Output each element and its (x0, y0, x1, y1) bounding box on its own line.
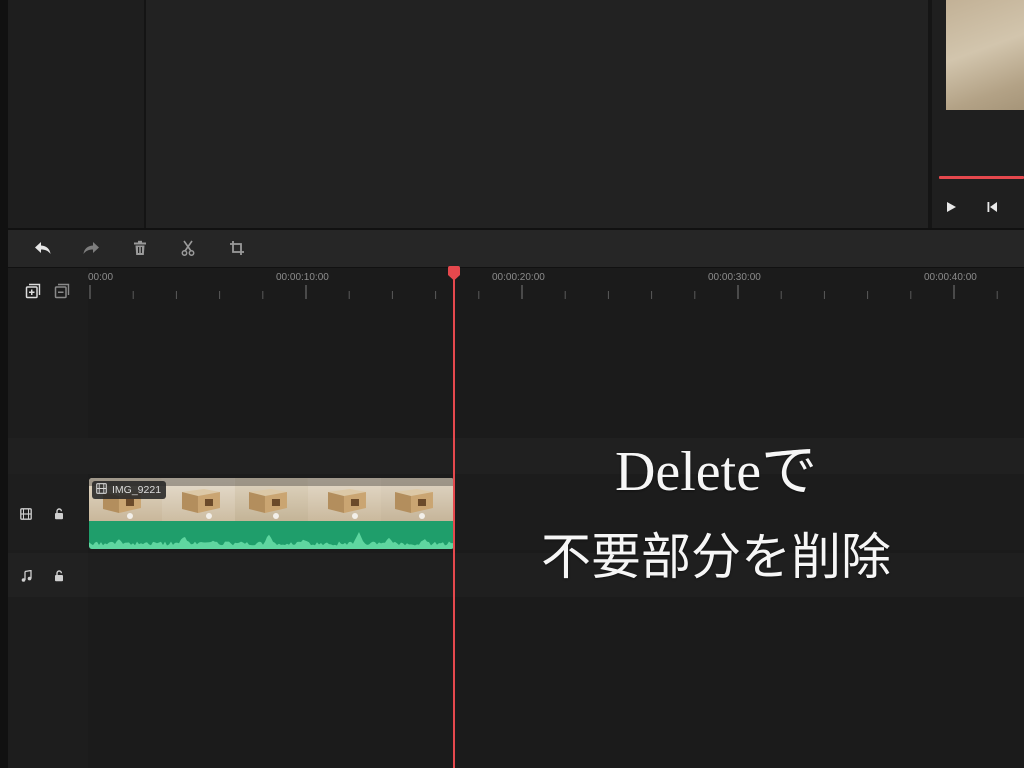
redo-button[interactable] (79, 236, 103, 260)
skip-to-start-button[interactable] (980, 195, 1004, 219)
skip-to-start-icon (986, 201, 998, 213)
redo-icon (82, 240, 100, 256)
clip-audio-band (89, 521, 454, 549)
clip-waveform (89, 532, 454, 549)
split-button[interactable] (176, 236, 200, 260)
music-note-icon (21, 570, 32, 582)
audio-track-lock-button[interactable] (47, 564, 71, 588)
add-track-icon (25, 283, 41, 299)
film-icon (20, 508, 32, 520)
playhead[interactable] (447, 266, 461, 768)
lock-icon (54, 508, 64, 520)
clip-thumbnail (161, 478, 235, 521)
clip-thumbnail (307, 478, 381, 521)
caption-line-1-suffix: で (761, 439, 818, 504)
audio-track-icon (14, 564, 38, 588)
playhead-line (452, 278, 455, 768)
crop-icon (229, 240, 245, 256)
preview-frame (946, 0, 1024, 110)
delete-button[interactable] (128, 236, 152, 260)
clip-name: IMG_9221 (112, 484, 162, 496)
media-sidebar (8, 0, 144, 228)
clip-badge: IMG_9221 (92, 481, 167, 499)
undo-icon (34, 240, 52, 256)
add-track-button[interactable] (21, 279, 45, 303)
film-icon (96, 481, 107, 499)
lock-icon (54, 570, 64, 582)
video-track-icon (14, 502, 38, 526)
remove-track-icon (54, 283, 70, 299)
video-track-lock-button[interactable] (47, 502, 71, 526)
play-button[interactable] (939, 195, 963, 219)
undo-button[interactable] (31, 236, 55, 260)
caption-line-1: Deleteで (416, 439, 1016, 504)
play-icon (945, 201, 957, 213)
remove-track-button[interactable] (50, 279, 74, 303)
ruler-ticks[interactable] (88, 280, 1024, 300)
trash-icon (133, 240, 147, 256)
caption-line-1-main: Delete (614, 441, 762, 503)
crop-button[interactable] (225, 236, 249, 260)
clip-thumbnail (234, 478, 308, 521)
preview-progress-bar[interactable] (939, 176, 1024, 179)
timeline-toolbar (8, 230, 1024, 267)
media-panel (146, 0, 928, 228)
caption-line-2: 不要部分を削除 (541, 528, 891, 586)
scissors-icon (181, 240, 195, 256)
left-edge (0, 0, 8, 768)
video-clip[interactable]: IMG_9221 (89, 478, 454, 549)
